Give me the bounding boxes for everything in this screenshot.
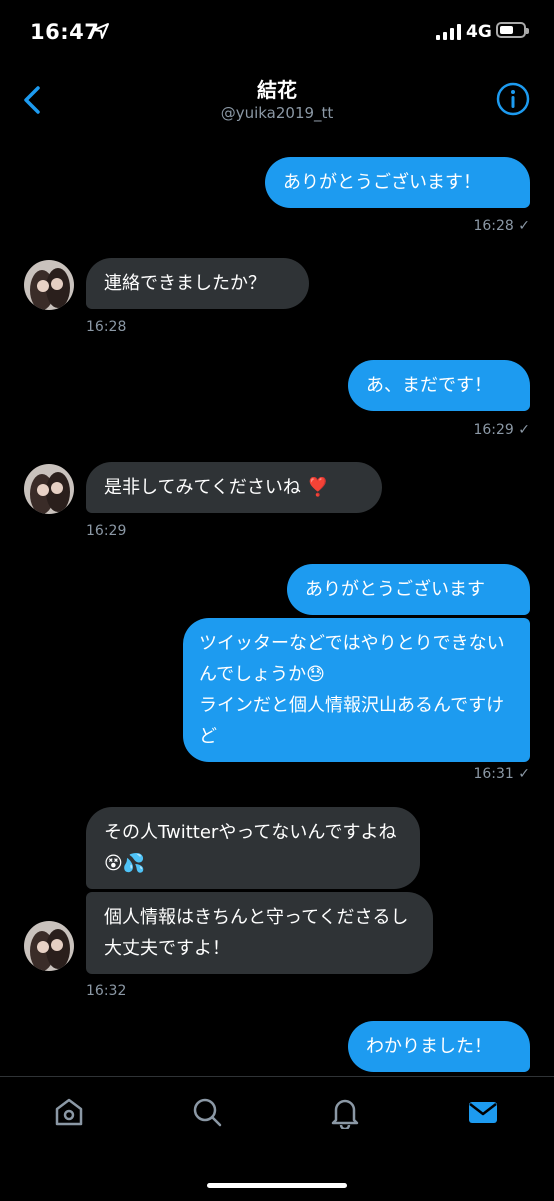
read-check-icon: ✓	[518, 218, 530, 234]
network-type: 4G	[466, 22, 492, 42]
message-bubble-sent[interactable]: ありがとうございます	[287, 564, 530, 615]
message-timestamp: 16:29 ✓	[473, 422, 530, 438]
home-icon[interactable]	[52, 1095, 86, 1129]
timestamp-text: 16:29	[473, 422, 514, 438]
conversation-header: 結花 @yuika2019_tt	[0, 60, 554, 140]
signal-strength-icon	[436, 24, 462, 40]
message-timestamp: 16:32	[86, 983, 127, 999]
message-bubble-sent[interactable]: ありがとうございます！	[265, 157, 530, 208]
timestamp-text: 16:28	[473, 218, 514, 234]
message-bubble-received[interactable]: その人Twitterやってないんですよね😵💦	[86, 807, 420, 889]
read-check-icon: ✓	[518, 766, 530, 782]
conversation-title[interactable]: 結花	[0, 74, 554, 103]
location-arrow-icon	[93, 23, 109, 39]
message-bubble-sent[interactable]: ツイッターなどではやりとりできないんでしょうか😓 ラインだと個人情報沢山あるんで…	[183, 618, 530, 762]
message-timestamp: 16:31 ✓	[473, 766, 530, 782]
message-list[interactable]: ありがとうございます！ 16:28 ✓ 連絡できましたか？ 16:28 あ、まだ…	[0, 140, 554, 1075]
message-bubble-sent[interactable]: あ、まだです！	[348, 360, 530, 411]
status-bar: 16:47 4G	[0, 0, 554, 60]
message-timestamp: 16:28	[86, 319, 127, 335]
message-bubble-received[interactable]: 個人情報はきちんと守ってくださるし大丈夫ですよ！	[86, 892, 433, 974]
message-timestamp: 16:28 ✓	[473, 218, 530, 234]
messages-icon[interactable]	[466, 1095, 500, 1129]
avatar[interactable]	[24, 464, 74, 514]
read-check-icon: ✓	[518, 422, 530, 438]
timestamp-text: 16:31	[473, 766, 514, 782]
notifications-icon[interactable]	[328, 1095, 362, 1129]
message-bubble-received[interactable]: 連絡できましたか？	[86, 258, 309, 309]
conversation-handle[interactable]: @yuika2019_tt	[0, 104, 554, 122]
battery-level	[500, 26, 513, 34]
message-bubble-sent[interactable]: わかりました！	[348, 1021, 530, 1072]
battery-icon	[496, 22, 529, 38]
message-bubble-received[interactable]: 是非してみてくださいね ❣️	[86, 462, 382, 513]
message-timestamp: 16:29	[86, 523, 127, 539]
status-time: 16:47	[30, 20, 100, 44]
avatar[interactable]	[24, 921, 74, 971]
search-icon[interactable]	[190, 1095, 224, 1129]
avatar[interactable]	[24, 260, 74, 310]
info-icon[interactable]	[496, 82, 530, 116]
home-indicator[interactable]	[207, 1183, 347, 1188]
